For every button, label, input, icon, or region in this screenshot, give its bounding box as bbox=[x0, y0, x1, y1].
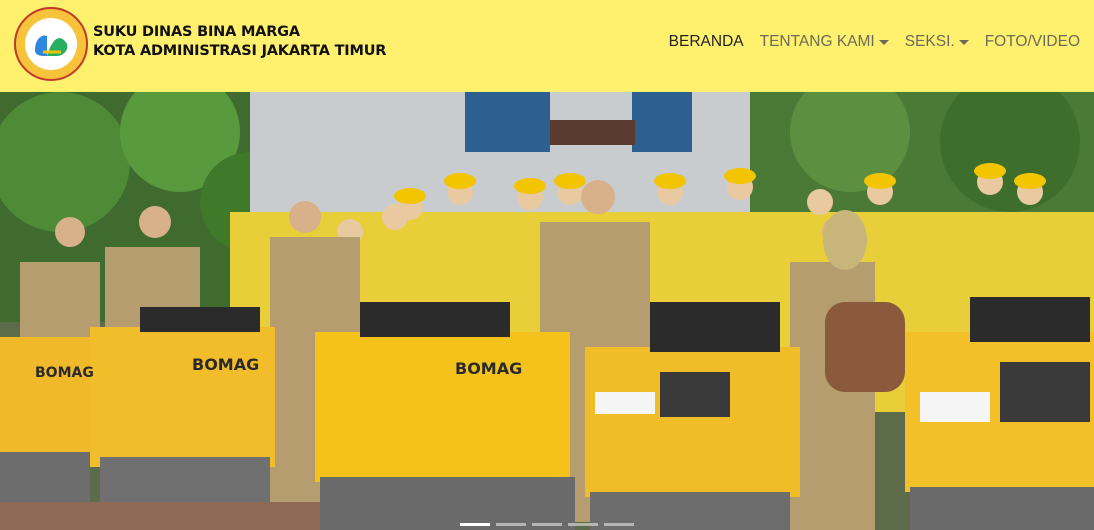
carousel-indicator-2[interactable] bbox=[496, 523, 526, 526]
carousel-indicator-3[interactable] bbox=[532, 523, 562, 526]
hero-photo: BOMAG BOMAG BOMAG bbox=[0, 92, 1094, 530]
roller-brand-label: BOMAG bbox=[192, 355, 259, 374]
brand-line-1: SUKU DINAS BINA MARGA bbox=[93, 24, 300, 40]
roller-brand-label: BOMAG bbox=[455, 359, 522, 378]
menu-item-label: SEKSI. bbox=[904, 33, 955, 50]
bina-marga-logo-icon[interactable] bbox=[13, 6, 89, 82]
carousel-indicator-5[interactable] bbox=[604, 523, 634, 526]
menu-item-tentang-kami[interactable]: TENTANG KAMI bbox=[752, 31, 897, 53]
brand-title[interactable]: SUKU DINAS BINA MARGA KOTA ADMINISTRASI … bbox=[93, 23, 386, 61]
menu-item-label: BERANDA bbox=[668, 33, 744, 50]
menu-item-seksi[interactable]: SEKSI. bbox=[897, 31, 977, 53]
carousel-indicator-4[interactable] bbox=[568, 523, 598, 526]
caret-down-icon bbox=[878, 39, 889, 45]
menu-item-label: TENTANG KAMI bbox=[759, 33, 875, 50]
brand-line-2: KOTA ADMINISTRASI JAKARTA TIMUR bbox=[93, 43, 387, 59]
carousel-indicator-1[interactable] bbox=[460, 523, 490, 526]
hero-carousel[interactable]: BOMAG BOMAG BOMAG bbox=[0, 92, 1094, 530]
menu-item-label: FOTO/VIDEO bbox=[984, 33, 1080, 50]
menu-item-beranda[interactable]: BERANDA bbox=[661, 31, 752, 53]
navbar: SUKU DINAS BINA MARGA KOTA ADMINISTRASI … bbox=[0, 0, 1094, 92]
roller-brand-label: BOMAG bbox=[35, 365, 94, 381]
carousel-indicators bbox=[0, 523, 1094, 526]
main-menu: BERANDA TENTANG KAMI SEKSI. FOTO/VIDEO bbox=[661, 31, 1088, 53]
caret-down-icon bbox=[958, 39, 969, 45]
menu-item-foto-video[interactable]: FOTO/VIDEO bbox=[977, 31, 1088, 53]
